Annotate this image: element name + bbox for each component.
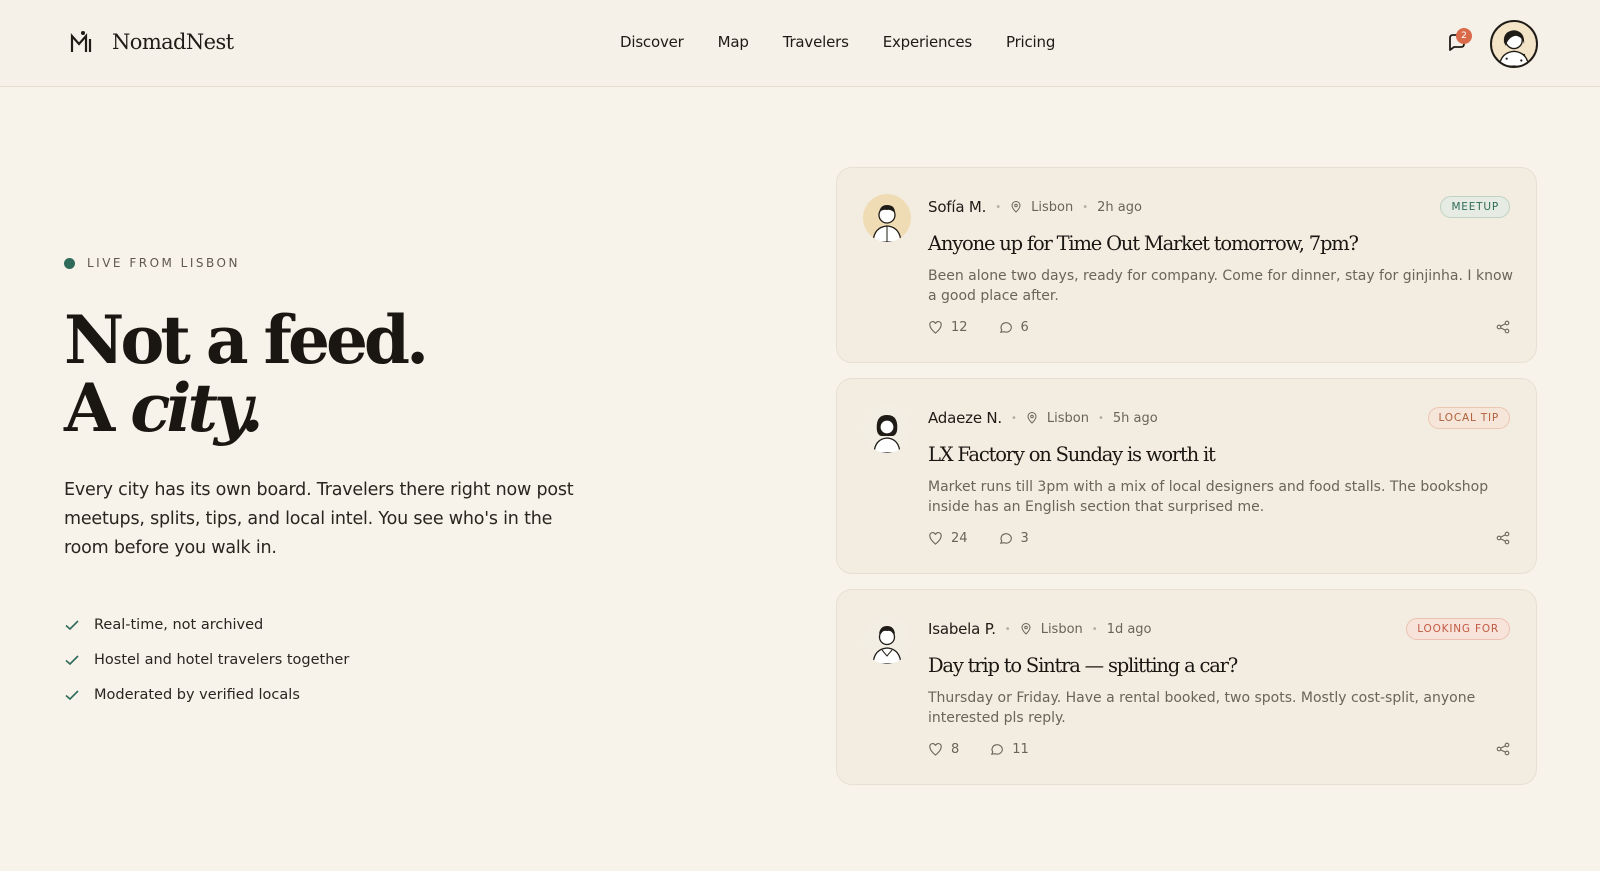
brand-logo[interactable]: NomadNest: [70, 30, 234, 54]
location-pin-icon: [1027, 412, 1037, 424]
post-body: Thursday or Friday. Have a rental booked…: [928, 690, 1476, 726]
comment-icon[interactable]: [998, 320, 1013, 335]
post-location: Lisbon: [1031, 199, 1074, 215]
post-actions: 24 3: [928, 531, 1029, 546]
location-pin-icon: [1021, 623, 1031, 635]
live-indicator: LIVE FROM LISBON: [64, 256, 240, 270]
post-title[interactable]: Anyone up for Time Out Market tomorrow, …: [928, 232, 1359, 255]
nav-pricing[interactable]: Pricing: [1006, 33, 1055, 51]
post-location: Lisbon: [1046, 410, 1089, 426]
post-title[interactable]: LX Factory on Sunday is worth it: [928, 443, 1216, 466]
woman-portrait-icon: [873, 415, 901, 453]
nav-map[interactable]: Map: [718, 33, 749, 51]
hero-title: Not a feed. A city.: [64, 306, 429, 442]
share-icon[interactable]: [1496, 742, 1510, 756]
user-portrait-icon: [1498, 30, 1530, 66]
comment-icon[interactable]: [989, 742, 1004, 757]
post-location: Lisbon: [1040, 621, 1083, 637]
check-icon: [65, 689, 79, 700]
check-icon: [65, 654, 79, 665]
brand-name: NomadNest: [112, 30, 234, 54]
post-card[interactable]: Sofía M. • Lisbon • 2h ago MEETUP Anyone…: [836, 167, 1537, 363]
comment-icon[interactable]: [998, 531, 1013, 546]
hero-description: Every city has its own board. Travelers …: [64, 480, 574, 558]
separator-dot: •: [1091, 623, 1098, 635]
post-actions: 12 6: [928, 320, 1029, 335]
separator-dot: •: [1011, 412, 1017, 424]
author-avatar[interactable]: [863, 616, 911, 664]
top-header: NomadNest Discover Map Travelers Experie…: [0, 0, 1600, 87]
separator-dot: •: [995, 201, 1002, 213]
hero-title-line2-italic: city.: [130, 369, 263, 447]
feature-label: Moderated by verified locals: [94, 686, 300, 703]
post-card[interactable]: Isabela P. • Lisbon • 1d ago LOOKING FOR…: [836, 589, 1537, 785]
like-count: 12: [951, 320, 968, 335]
post-body: Market runs till 3pm with a mix of local…: [928, 479, 1489, 515]
nav-discover[interactable]: Discover: [620, 33, 684, 51]
main-nav: Discover Map Travelers Experiences Prici…: [620, 33, 1089, 51]
heart-icon[interactable]: [928, 320, 943, 335]
feature-item: Moderated by verified locals: [64, 677, 349, 712]
separator-dot: •: [1097, 412, 1104, 424]
comment-count: 3: [1020, 531, 1029, 546]
post-time: 2h ago: [1097, 199, 1142, 215]
comment-count: 11: [1012, 742, 1029, 757]
author-avatar[interactable]: [863, 405, 911, 453]
hero-title-line1: Not a feed.: [64, 301, 429, 379]
feature-label: Hostel and hotel travelers together: [94, 651, 350, 668]
post-tag: LOCAL TIP: [1427, 407, 1510, 429]
like-count: 8: [951, 742, 960, 757]
post-tag: MEETUP: [1440, 196, 1510, 218]
live-label: LIVE FROM LISBON: [87, 256, 240, 270]
author-avatar[interactable]: [863, 194, 911, 242]
post-meta: Adaeze N. • Lisbon • 5h ago: [928, 409, 1158, 427]
post-time: 5h ago: [1112, 410, 1158, 426]
post-card[interactable]: Adaeze N. • Lisbon • 5h ago LOCAL TIP LX…: [836, 378, 1537, 574]
share-icon[interactable]: [1496, 531, 1510, 545]
feature-item: Hostel and hotel travelers together: [64, 642, 349, 677]
check-icon: [65, 619, 79, 630]
nav-experiences[interactable]: Experiences: [883, 33, 972, 51]
author-name[interactable]: Sofía M.: [928, 198, 986, 216]
post-title[interactable]: Day trip to Sintra — splitting a car?: [928, 654, 1238, 677]
nav-travelers[interactable]: Travelers: [783, 33, 849, 51]
comment-count: 6: [1020, 320, 1029, 335]
author-name[interactable]: Isabela P.: [928, 620, 996, 638]
feature-checklist: Real-time, not archived Hostel and hotel…: [64, 607, 349, 712]
user-avatar[interactable]: [1490, 20, 1538, 68]
live-dot-icon: [64, 257, 75, 269]
author-name[interactable]: Adaeze N.: [928, 409, 1002, 427]
man-portrait-icon: [872, 626, 902, 664]
heart-icon[interactable]: [928, 742, 943, 757]
location-pin-icon: [1011, 201, 1021, 213]
separator-dot: •: [1082, 201, 1089, 213]
notification-badge: 2: [1456, 28, 1472, 44]
post-tag: LOOKING FOR: [1406, 618, 1510, 640]
feature-label: Real-time, not archived: [94, 616, 264, 633]
hero-title-line2-prefix: A: [64, 369, 131, 447]
post-meta: Sofía M. • Lisbon • 2h ago: [928, 198, 1142, 216]
post-body: Been alone two days, ready for company. …: [928, 268, 1513, 304]
post-meta: Isabela P. • Lisbon • 1d ago: [928, 620, 1152, 638]
post-time: 1d ago: [1106, 621, 1152, 637]
feature-item: Real-time, not archived: [64, 607, 349, 642]
man-portrait-icon: [872, 205, 902, 242]
post-actions: 8 11: [928, 742, 1029, 757]
heart-icon[interactable]: [928, 531, 943, 546]
like-count: 24: [951, 531, 968, 546]
share-icon[interactable]: [1496, 320, 1510, 334]
nest-logo-icon: [70, 31, 92, 52]
separator-dot: •: [1004, 623, 1011, 635]
